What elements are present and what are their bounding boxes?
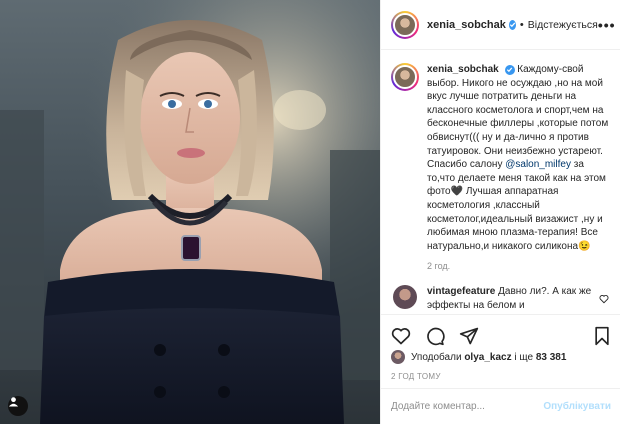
following-status-button[interactable]: Відстежується [528, 19, 598, 31]
comment-like-heart-icon[interactable] [599, 291, 609, 309]
comment-icon[interactable] [425, 326, 445, 346]
publish-button[interactable]: Опублікувати [543, 401, 611, 412]
caption-text: xenia_sobchak Каждому-свой выбор. Никого… [427, 63, 611, 253]
bookmark-icon[interactable] [593, 326, 611, 346]
comment-text: vintagefeature Давно ли?. А как же эффек… [427, 285, 597, 312]
post-header: xenia_sobchak • Відстежується ••• [381, 0, 620, 50]
header-separator: • [519, 18, 524, 31]
tagged-user-icon[interactable] [8, 396, 28, 416]
author-username[interactable]: xenia_sobchak [427, 19, 506, 31]
heart-icon[interactable] [391, 326, 411, 346]
mention-link[interactable]: @salon_milfey [505, 159, 571, 170]
post-side-panel: xenia_sobchak • Відстежується ••• xenia_… [380, 0, 620, 424]
liker-avatar [391, 350, 405, 364]
comment-input[interactable]: Додайте коментар... [391, 401, 485, 412]
verified-icon [508, 19, 516, 30]
caption-body-end: за то,что делаете меня такой как на этом… [427, 159, 606, 252]
likes-count[interactable]: 83 381 [536, 352, 567, 363]
comment-item: vintagefeature Давно ли?. А как же эффек… [391, 285, 611, 312]
add-comment-bar: Додайте коментар... Опублікувати [381, 388, 620, 424]
comments-section[interactable]: xenia_sobchak Каждому-свой выбор. Никого… [381, 51, 620, 314]
caption-time: 2 год. [427, 261, 451, 272]
post-photo[interactable] [0, 0, 380, 424]
liker-username[interactable]: olya_kacz [464, 352, 511, 363]
commenter-username[interactable]: vintagefeature [427, 286, 495, 297]
author-avatar[interactable] [391, 10, 419, 39]
portrait-illustration [0, 0, 380, 424]
caption: xenia_sobchak Каждому-свой выбор. Никого… [391, 63, 611, 253]
likes-summary[interactable]: Уподобали olya_kacz і ще 83 381 [391, 350, 566, 364]
likes-joiner: і ще [514, 351, 534, 363]
share-icon[interactable] [459, 326, 479, 346]
caption-body-start: Каждому-свой выбор. Никого не осуждаю ,н… [427, 64, 609, 171]
caption-avatar[interactable] [391, 63, 419, 91]
caption-username[interactable]: xenia_sobchak [427, 64, 499, 75]
commenter-avatar[interactable] [393, 285, 417, 310]
verified-icon [504, 64, 515, 75]
more-options-icon[interactable]: ••• [598, 17, 616, 33]
post-timestamp[interactable]: 2 ГОД ТОМУ [391, 372, 441, 381]
likes-prefix: Уподобали [411, 351, 462, 363]
